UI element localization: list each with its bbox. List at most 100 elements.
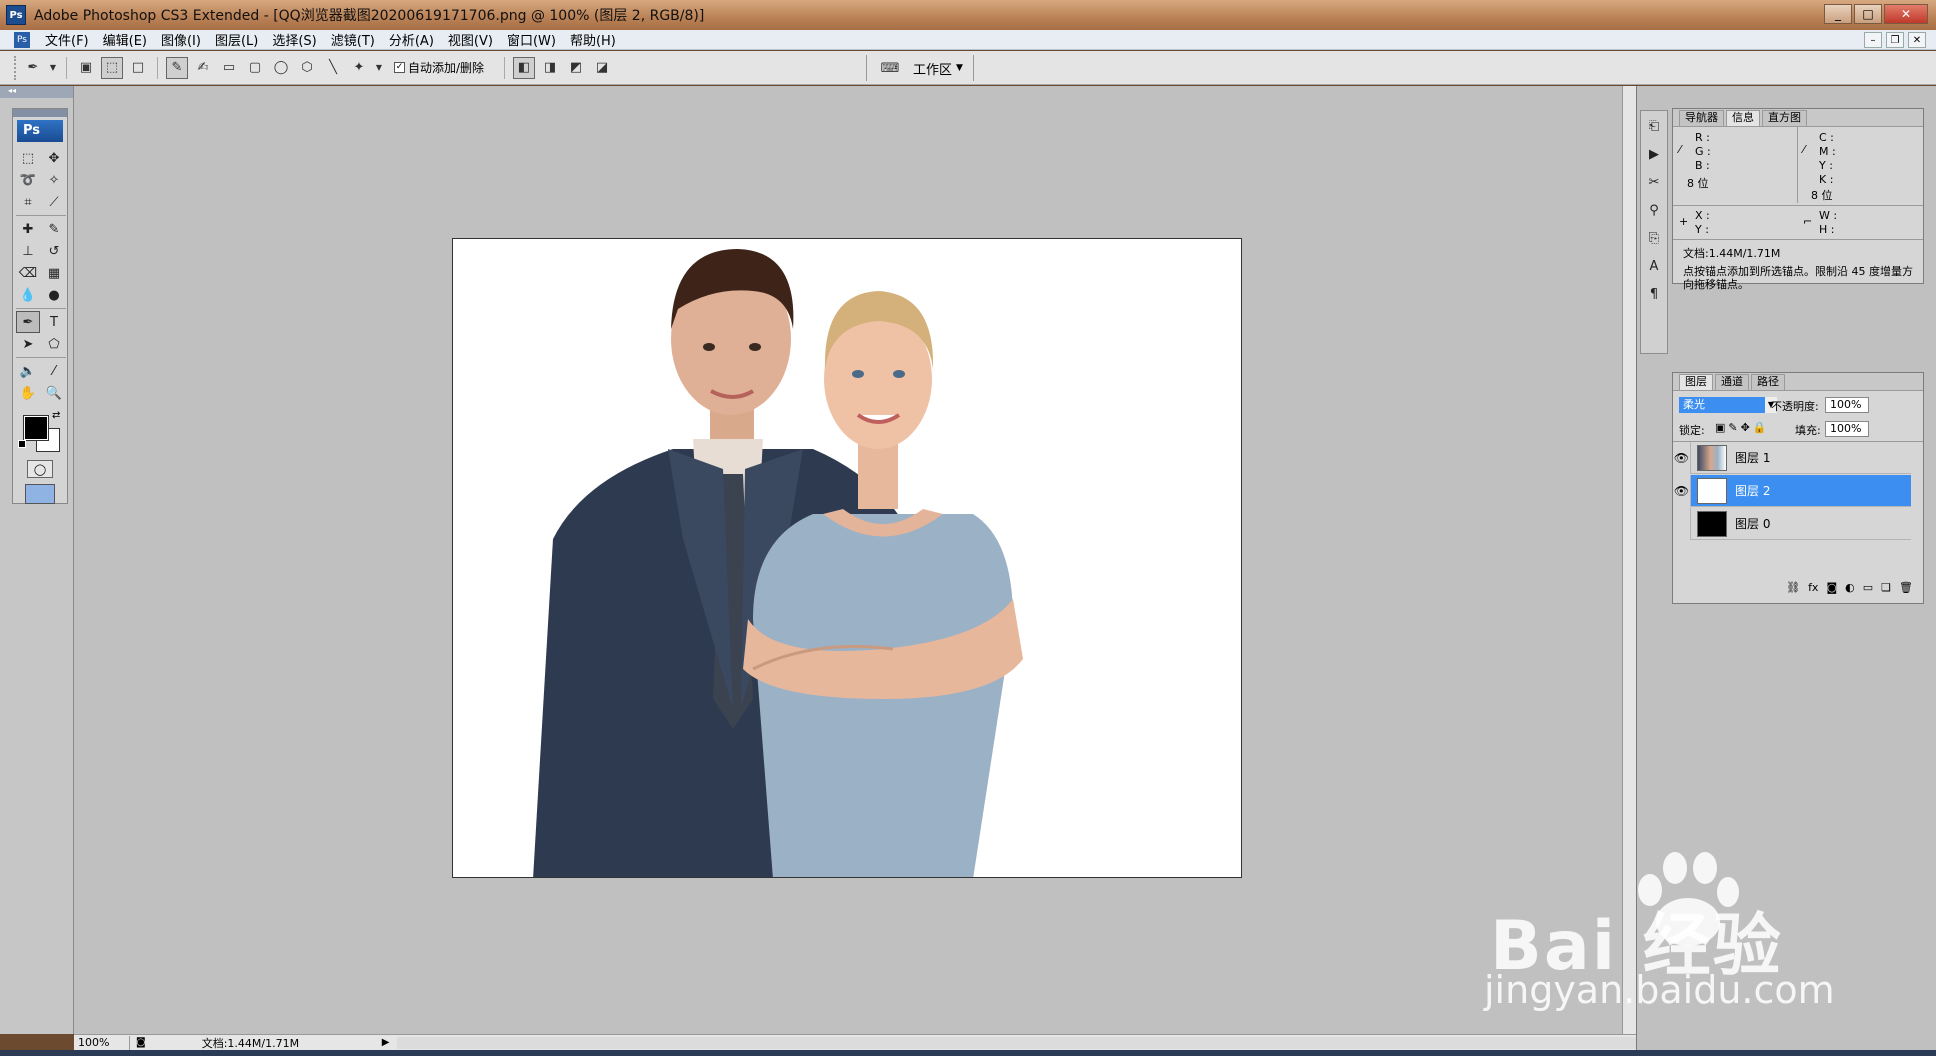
path-exclude-icon[interactable]: ◪ xyxy=(591,57,613,79)
shape-tool-icon[interactable]: ⬠ xyxy=(42,333,66,355)
doc-restore-button[interactable]: ❐ xyxy=(1886,32,1904,48)
layer-row-1[interactable]: 👁 图层 1 xyxy=(1673,441,1911,474)
path-subtract-icon[interactable]: ◨ xyxy=(539,57,561,79)
character-icon[interactable]: A xyxy=(1643,255,1665,277)
foreground-color-swatch[interactable] xyxy=(23,415,49,441)
doc-close-button[interactable]: ✕ xyxy=(1908,32,1926,48)
marquee-tool-icon[interactable]: ⬚ xyxy=(16,147,40,169)
workspace-menu[interactable]: ⌨ 工作区 ▼ xyxy=(866,55,974,81)
polygon-icon[interactable]: ⬡ xyxy=(296,57,318,79)
pen-tool-preset-icon[interactable]: ✒ xyxy=(22,57,44,79)
layer-row-2[interactable]: 👁 图层 2 xyxy=(1673,474,1911,507)
horizontal-scrollbar[interactable] xyxy=(397,1036,1636,1049)
screen-mode-button[interactable] xyxy=(25,484,55,504)
path-intersect-icon[interactable]: ◩ xyxy=(565,57,587,79)
magic-wand-tool-icon[interactable]: ✧ xyxy=(42,169,66,191)
menu-select[interactable]: 选择(S) xyxy=(265,30,323,49)
menu-layer[interactable]: 图层(L) xyxy=(208,30,265,49)
eye-icon[interactable]: 👁 xyxy=(1673,441,1691,474)
document-canvas[interactable] xyxy=(452,238,1242,878)
path-add-icon[interactable]: ◧ xyxy=(513,56,536,79)
tab-info[interactable]: 信息 xyxy=(1726,110,1760,126)
opacity-input[interactable]: 100% xyxy=(1825,397,1869,413)
gradient-tool-icon[interactable]: ▦ xyxy=(42,262,66,284)
minimize-button[interactable]: _ xyxy=(1824,4,1852,24)
eraser-tool-icon[interactable]: ⌫ xyxy=(16,262,40,284)
options-grip[interactable] xyxy=(14,55,20,80)
swap-colors-icon[interactable]: ⇄ xyxy=(52,410,60,421)
trash-icon[interactable]: 🗑 xyxy=(1899,581,1913,601)
tab-paths[interactable]: 路径 xyxy=(1751,374,1785,390)
brush-tool-icon[interactable]: ✎ xyxy=(42,218,66,240)
notes-tool-icon[interactable]: 🔈 xyxy=(16,360,40,382)
new-group-icon[interactable]: ▭ xyxy=(1863,581,1873,601)
chevron-down-icon[interactable]: ▼ xyxy=(374,57,384,79)
zoom-tool-icon[interactable]: 🔍 xyxy=(42,382,66,404)
ellipse-icon[interactable]: ◯ xyxy=(270,57,292,79)
slice-tool-icon[interactable]: ⟋ xyxy=(42,191,66,213)
shape-layers-icon[interactable]: ▣ xyxy=(75,57,97,79)
paths-mode-icon[interactable]: ⬚ xyxy=(101,56,123,79)
dodge-tool-icon[interactable]: ● xyxy=(42,284,66,306)
status-menu-arrow-icon[interactable]: ▶ xyxy=(382,1037,390,1048)
bridge-icon[interactable]: ⌨ xyxy=(879,57,901,79)
paragraph-icon[interactable]: ¶ xyxy=(1643,283,1665,305)
move-tool-icon[interactable]: ✥ xyxy=(42,147,66,169)
clone-stamp-tool-icon[interactable]: ⊥ xyxy=(16,240,40,262)
type-tool-icon[interactable]: T xyxy=(42,311,66,333)
maximize-button[interactable]: □ xyxy=(1854,4,1882,24)
lock-icons[interactable]: ▣✎✥🔒 xyxy=(1715,421,1770,434)
actions-icon[interactable]: ▶ xyxy=(1643,143,1665,165)
zoom-level[interactable]: 100% xyxy=(74,1035,130,1050)
history-icon[interactable]: ⎗ xyxy=(1643,115,1665,137)
close-button[interactable]: ✕ xyxy=(1884,4,1928,24)
tab-navigator[interactable]: 导航器 xyxy=(1679,110,1724,126)
doc-minimize-button[interactable]: – xyxy=(1864,32,1882,48)
eye-icon[interactable]: 👁 xyxy=(1673,474,1691,507)
fill-pixels-icon[interactable]: □ xyxy=(127,57,149,79)
fill-input[interactable]: 100% xyxy=(1825,421,1869,437)
blend-mode-select[interactable]: 柔光 xyxy=(1679,397,1765,413)
tools-panel-header[interactable] xyxy=(13,109,67,117)
hand-tool-icon[interactable]: ✋ xyxy=(16,382,40,404)
crop-tool-icon[interactable]: ⌗ xyxy=(16,191,40,213)
menu-image[interactable]: 图像(I) xyxy=(154,30,208,49)
lasso-tool-icon[interactable]: ➰ xyxy=(16,169,40,191)
history-brush-tool-icon[interactable]: ↺ xyxy=(42,240,66,262)
vertical-scrollbar[interactable] xyxy=(1622,86,1636,1034)
menu-filter[interactable]: 滤镜(T) xyxy=(324,30,382,49)
status-icon[interactable]: ◙ xyxy=(136,1037,146,1048)
menu-edit[interactable]: 编辑(E) xyxy=(96,30,154,49)
new-layer-icon[interactable]: ❏ xyxy=(1881,581,1891,601)
layer-mask-icon[interactable]: ◙ xyxy=(1826,581,1837,601)
pen-tool-icon[interactable]: ✒ xyxy=(16,311,40,333)
quick-mask-button[interactable]: ◯ xyxy=(27,460,53,478)
line-icon[interactable]: ╲ xyxy=(322,57,344,79)
freeform-pen-icon[interactable]: ✍ xyxy=(192,57,214,79)
tab-histogram[interactable]: 直方图 xyxy=(1762,110,1807,126)
rounded-rectangle-icon[interactable]: ▢ xyxy=(244,57,266,79)
pen-icon[interactable]: ✎ xyxy=(166,56,188,79)
default-colors-icon[interactable] xyxy=(18,440,26,448)
menu-analysis[interactable]: 分析(A) xyxy=(382,30,441,49)
tool-presets-icon[interactable]: ✂ xyxy=(1643,171,1665,193)
menu-file[interactable]: 文件(F) xyxy=(38,30,96,49)
brushes-icon[interactable]: ⚲ xyxy=(1643,199,1665,221)
layer-row-0[interactable]: 图层 0 xyxy=(1673,507,1911,540)
link-layers-icon[interactable]: ⛓ xyxy=(1786,581,1800,601)
collapse-arrows-icon[interactable]: ◂◂ xyxy=(0,86,73,98)
blur-tool-icon[interactable]: 💧 xyxy=(16,284,40,306)
clone-source-icon[interactable]: ⎘ xyxy=(1643,227,1665,249)
document-icon[interactable]: Ps xyxy=(14,31,30,48)
tab-channels[interactable]: 通道 xyxy=(1715,374,1749,390)
rectangle-icon[interactable]: ▭ xyxy=(218,57,240,79)
eyedropper-tool-icon[interactable]: ⁄ xyxy=(42,360,66,382)
custom-shape-icon[interactable]: ✦ xyxy=(348,57,370,79)
healing-brush-tool-icon[interactable]: ✚ xyxy=(16,218,40,240)
chevron-down-icon[interactable]: ▼ xyxy=(48,57,58,79)
eye-hidden-icon[interactable] xyxy=(1673,507,1691,540)
adjustment-layer-icon[interactable]: ◐ xyxy=(1845,581,1855,601)
menu-help[interactable]: 帮助(H) xyxy=(563,30,623,49)
menu-window[interactable]: 窗口(W) xyxy=(500,30,563,49)
path-selection-tool-icon[interactable]: ➤ xyxy=(16,333,40,355)
